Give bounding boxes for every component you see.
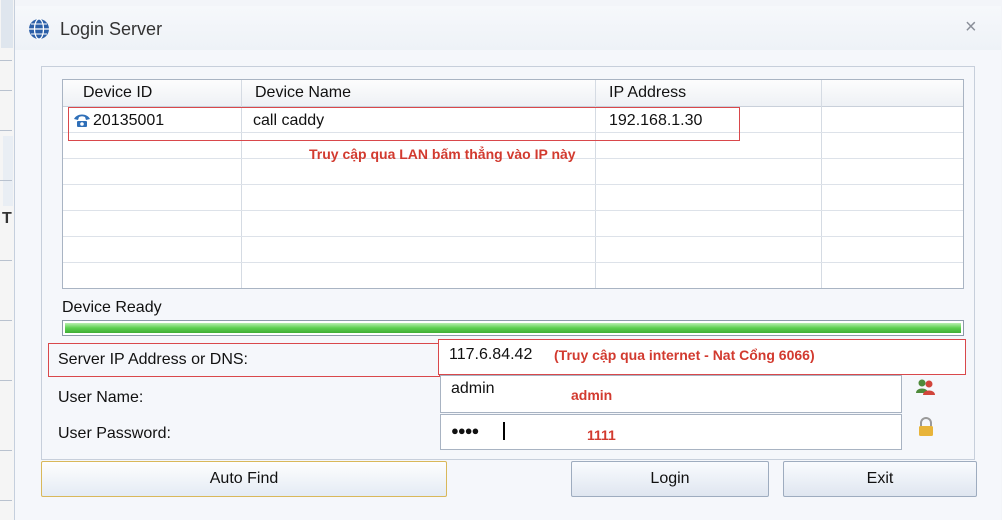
lock-icon [919,417,933,436]
column-header-ip-address[interactable]: IP Address [609,84,686,102]
progress-bar [62,320,964,336]
internet-annotation: (Truy cập qua internet - Nat Cổng 6066) [554,347,815,363]
globe-icon [29,18,49,40]
lan-annotation: Truy cập qua LAN bấm thẳng vào IP này [309,146,576,162]
column-header-device-id[interactable]: Device ID [83,84,152,102]
auto-find-button[interactable]: Auto Find [41,461,447,497]
password-value: ●●●● [451,423,479,438]
device-table-header: Device ID Device Name IP Address [63,80,963,107]
device-table: Device ID Device Name IP Address 2013500… [62,79,964,289]
column-header-device-name[interactable]: Device Name [255,84,351,102]
highlight-box [68,107,740,141]
exit-button[interactable]: Exit [783,461,977,497]
username-value: admin [451,380,495,397]
close-button[interactable]: × [965,16,977,39]
text-cursor [503,422,505,440]
status-text: Device Ready [62,299,162,316]
password-label: User Password: [58,425,171,442]
server-address-label: Server IP Address or DNS: [58,351,248,368]
server-address-input[interactable]: 117.6.84.42 (Truy cập qua internet - Nat… [438,339,966,375]
username-label: User Name: [58,389,144,406]
progress-fill [65,323,961,333]
background-window-edge: T [0,0,15,520]
content-frame: Device ID Device Name IP Address 2013500… [41,66,975,460]
username-annotation: admin [571,387,613,403]
window-title: Login Server [60,19,163,39]
server-address-value: 117.6.84.42 [449,346,533,363]
login-server-dialog: Login Server × Device ID Device Name IP … [14,6,1001,520]
users-icon [916,379,935,395]
password-annotation: 1111 [587,427,616,443]
title-bar: Login Server × [15,6,1001,50]
login-button[interactable]: Login [571,461,769,497]
password-input[interactable]: ●●●● 1111 [440,414,902,450]
username-input[interactable]: admin admin [440,375,902,413]
